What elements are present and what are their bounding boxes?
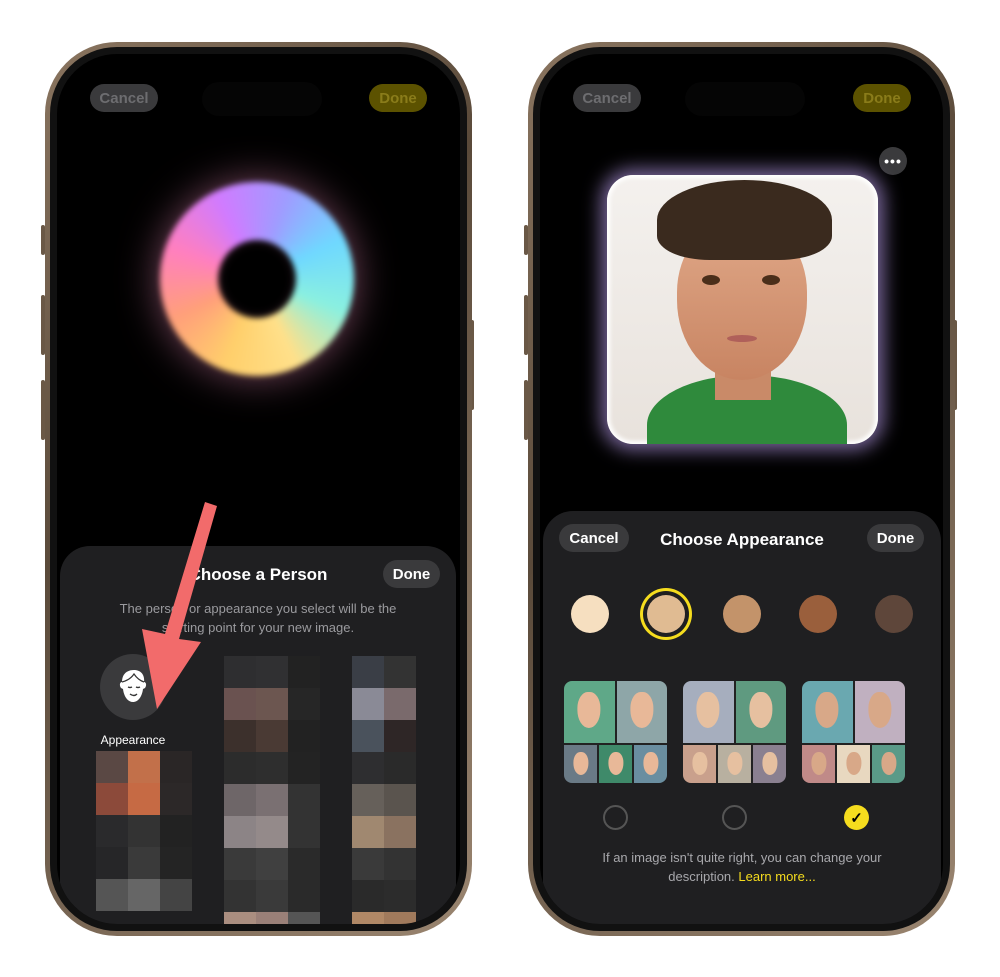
skin-tone-swatch[interactable] <box>799 595 837 633</box>
right-phone: Cancel Done ••• Cancel Choose Appearance… <box>528 42 955 936</box>
dynamic-island <box>202 82 322 116</box>
right-screen: Cancel Done ••• Cancel Choose Appearance… <box>540 54 943 924</box>
left-screen: Cancel Done Choose a Person Done The per… <box>57 54 460 924</box>
sample-portrait <box>802 681 853 743</box>
sample-portrait <box>753 745 786 783</box>
sample-portrait <box>564 745 597 783</box>
sample-portrait <box>872 745 905 783</box>
sheet-done-button[interactable]: Done <box>383 560 440 588</box>
ellipsis-icon[interactable]: ••• <box>879 147 907 175</box>
sample-portrait <box>802 745 835 783</box>
skin-tone-swatch[interactable] <box>875 595 913 633</box>
hair <box>657 180 832 260</box>
footer-description: If an image isn't quite right, you can c… <box>543 848 941 886</box>
skin-tone-swatch[interactable] <box>647 595 685 633</box>
generated-portrait-image <box>607 175 878 444</box>
radio-button[interactable] <box>722 805 747 830</box>
radio-button[interactable] <box>603 805 628 830</box>
done-button[interactable]: Done <box>369 84 427 112</box>
sample-portrait <box>837 745 870 783</box>
choose-appearance-sheet: Cancel Choose Appearance Done ✓ If an im… <box>543 511 941 924</box>
blurred-person-tile[interactable] <box>96 751 192 911</box>
sample-portrait <box>634 745 667 783</box>
blurred-person-tile[interactable] <box>352 656 416 924</box>
sample-portrait <box>718 745 751 783</box>
appearance-group[interactable] <box>683 681 786 783</box>
blurred-person-tile[interactable] <box>224 656 320 924</box>
left-phone: Cancel Done Choose a Person Done The per… <box>45 42 472 936</box>
appearance-label: Appearance <box>100 733 166 747</box>
sample-portrait <box>683 681 734 743</box>
dynamic-island <box>685 82 805 116</box>
cancel-button[interactable]: Cancel <box>90 84 158 112</box>
learn-more-link[interactable]: Learn more... <box>738 869 815 884</box>
appearance-group[interactable] <box>564 681 667 783</box>
cancel-button[interactable]: Cancel <box>573 84 641 112</box>
sample-portrait <box>564 681 615 743</box>
sample-portrait <box>854 681 905 743</box>
sheet-done-button[interactable]: Done <box>867 524 924 552</box>
sample-portrait <box>735 681 786 743</box>
appearance-group[interactable] <box>802 681 905 783</box>
annotation-arrow <box>142 502 217 709</box>
sample-portrait <box>599 745 632 783</box>
skin-tone-swatch[interactable] <box>571 595 609 633</box>
generating-ring-animation <box>160 182 354 376</box>
checkmark-icon[interactable]: ✓ <box>844 805 869 830</box>
sample-portrait <box>683 745 716 783</box>
done-button[interactable]: Done <box>853 84 911 112</box>
skin-tone-swatch[interactable] <box>723 595 761 633</box>
sample-portrait <box>616 681 667 743</box>
